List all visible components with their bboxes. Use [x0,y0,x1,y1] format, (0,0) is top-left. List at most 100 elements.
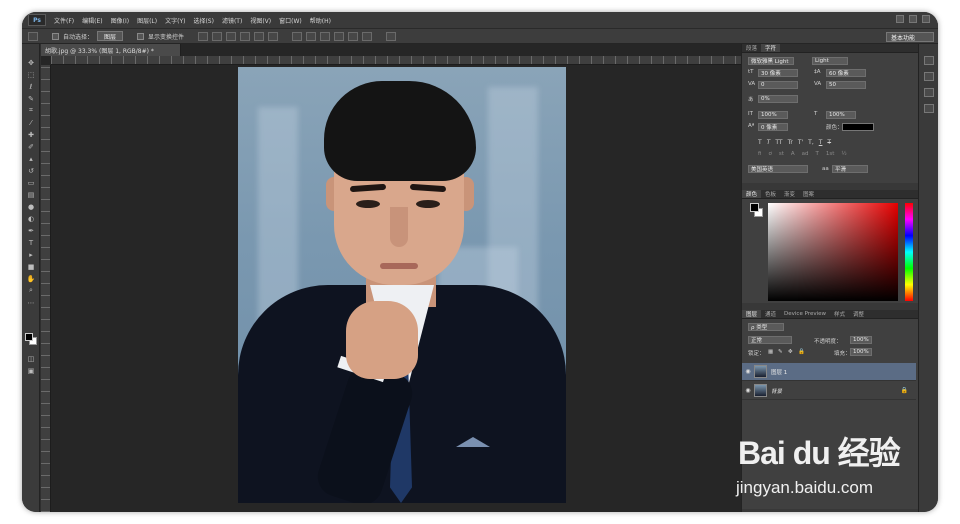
auto-select-checkbox[interactable] [52,32,59,40]
history-panel-icon[interactable] [924,56,934,65]
distribute-top-icon[interactable] [292,31,303,41]
properties-panel-icon[interactable] [924,72,934,81]
document-tab[interactable]: 胡歌.jpg @ 33.3% (图层 1, RGB/8#) * [41,44,181,56]
layer-row[interactable]: ◉ 背景 🔒 [742,382,916,400]
stamp-tool-icon[interactable]: ▴ [26,154,36,163]
underline-button[interactable]: T [819,139,823,146]
tab-styles[interactable]: 样式 [830,310,849,318]
crop-tool-icon[interactable]: ⌗ [26,106,36,115]
lasso-tool-icon[interactable]: ℓ [26,82,36,91]
color-picker-field[interactable] [768,203,898,301]
faux-italic-button[interactable]: T [767,139,771,146]
ordinal-button[interactable]: 1st [826,151,835,157]
dodge-tool-icon[interactable]: ◐ [26,214,36,223]
small-caps-button[interactable]: Tr [788,139,793,146]
antialias-select[interactable]: 平滑 [832,165,868,173]
pen-tool-icon[interactable]: ✒ [26,226,36,235]
actions-panel-icon[interactable] [924,104,934,113]
menu-file[interactable]: 文件(F) [50,16,78,25]
gradient-tool-icon[interactable]: ▤ [26,190,36,199]
blend-mode-select[interactable]: 正常 [748,336,792,344]
distribute-right-icon[interactable] [362,31,373,41]
eraser-tool-icon[interactable]: ▭ [26,178,36,187]
tab-gradients[interactable]: 渐变 [780,190,799,198]
menu-view[interactable]: 视图(V) [246,16,275,25]
titling-button[interactable]: T [816,151,819,157]
healing-tool-icon[interactable]: ✚ [26,130,36,139]
vertical-scale-field[interactable]: 100% [758,111,788,119]
visibility-eye-icon[interactable]: ◉ [742,368,754,375]
discretionary-ligature-button[interactable]: st [779,151,784,157]
all-caps-button[interactable]: TT [775,139,782,146]
align-right-icon[interactable] [268,31,279,41]
menu-select[interactable]: 选择(S) [189,16,218,25]
color-panel-foreground-swatch[interactable] [750,203,759,212]
distribute-bottom-icon[interactable] [320,31,331,41]
menu-help[interactable]: 帮助(H) [306,16,335,25]
tab-patterns[interactable]: 图案 [799,190,818,198]
tracking-field[interactable]: 50 [826,81,866,89]
horizontal-scale-field[interactable]: 100% [826,111,856,119]
strikethrough-button[interactable]: T [827,139,831,146]
font-style-select[interactable]: Light [812,57,848,65]
align-left-icon[interactable] [240,31,251,41]
restore-icon[interactable] [909,15,917,23]
font-size-field[interactable]: 30 像素 [758,69,798,77]
close-icon[interactable] [922,15,930,23]
menu-edit[interactable]: 编辑(E) [78,16,106,25]
blur-tool-icon[interactable]: ● [26,202,36,211]
tab-paragraph[interactable]: 段落 [742,44,761,52]
faux-bold-button[interactable]: T [758,139,762,146]
language-select[interactable]: 美国英语 [748,165,808,173]
lock-position-icon[interactable]: ✥ [788,349,793,355]
menu-image[interactable]: 图像(I) [107,16,133,25]
tab-character[interactable]: 字符 [761,44,781,52]
show-transform-checkbox[interactable] [137,32,145,40]
minimize-icon[interactable] [896,15,904,23]
fill-field[interactable]: 100% [850,348,872,356]
history-brush-tool-icon[interactable]: ↺ [26,166,36,175]
type-tool-icon[interactable]: T [26,238,36,247]
layer-filter-select[interactable]: ρ 类型 [748,323,784,331]
tab-color[interactable]: 颜色 [742,190,762,198]
vertical-ruler[interactable] [41,65,51,512]
canvas[interactable] [51,65,741,512]
leading-field[interactable]: 60 像素 [826,69,866,77]
move-tool-icon[interactable]: ✥ [26,58,36,67]
hue-slider[interactable] [905,203,913,301]
text-color-swatch[interactable] [842,123,874,131]
lock-transparency-icon[interactable]: ▦ [768,349,773,355]
align-center-icon[interactable] [254,31,265,41]
menu-window[interactable]: 窗口(W) [275,16,306,25]
font-family-select[interactable]: 微软雅黑 Light [748,57,794,65]
align-middle-icon[interactable] [212,31,223,41]
menu-layer[interactable]: 图层(L) [133,16,161,25]
horizontal-ruler[interactable] [51,56,741,65]
marquee-tool-icon[interactable]: ⬚ [26,70,36,79]
eyedropper-tool-icon[interactable]: ⁄ [26,118,36,127]
more-tools-icon[interactable]: ⋯ [26,298,36,307]
foreground-color-swatch[interactable] [25,333,33,341]
move-tool-icon[interactable] [28,31,38,41]
alternate-button[interactable]: ơ [768,151,771,157]
layer-row[interactable]: ◉ 图层 1 [742,363,916,381]
quick-select-tool-icon[interactable]: ✎ [26,94,36,103]
quick-mask-icon[interactable]: ◫ [26,354,36,363]
tab-swatches[interactable]: 色板 [761,190,780,198]
align-bottom-icon[interactable] [226,31,237,41]
stylistic-button[interactable]: ad [802,151,809,157]
kerning-field[interactable]: 0 [758,81,798,89]
distribute-middle-icon[interactable] [306,31,317,41]
opacity-field[interactable]: 100% [850,336,872,344]
auto-align-icon[interactable] [386,31,397,41]
zoom-tool-icon[interactable]: ⌕ [26,286,36,295]
tsume-field[interactable]: 0% [758,95,798,103]
distribute-left-icon[interactable] [334,31,345,41]
path-select-tool-icon[interactable]: ▸ [26,250,36,259]
lock-pixels-icon[interactable]: ✎ [778,349,783,355]
tab-channels[interactable]: 通道 [761,310,780,318]
workspace-dropdown[interactable]: 基本功能 [886,32,934,42]
tab-adjustments[interactable]: 调整 [849,310,868,318]
tab-device-preview[interactable]: Device Preview [780,310,830,318]
auto-select-dropdown[interactable]: 图层 [97,31,124,41]
